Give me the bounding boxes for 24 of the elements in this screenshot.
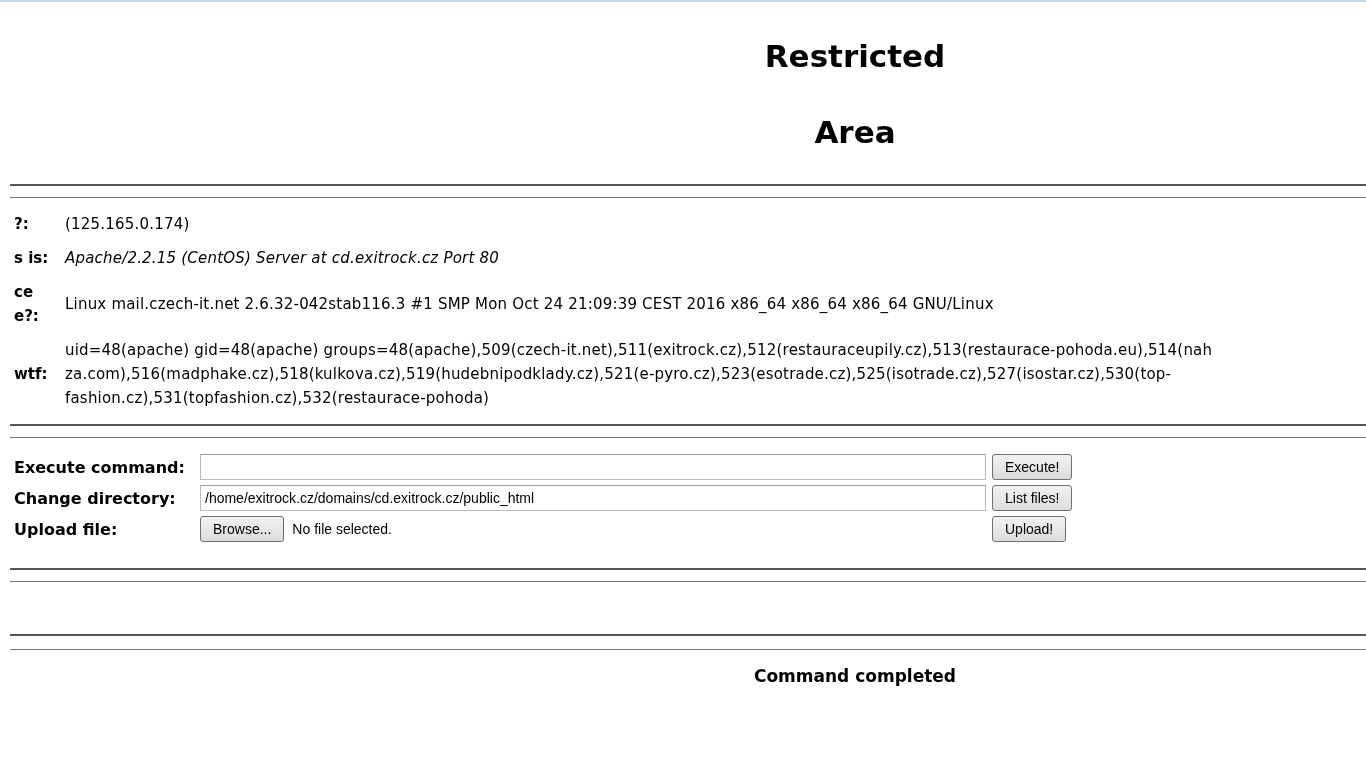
info-label: e?: [14, 306, 40, 327]
page-title: Restricted [764, 37, 946, 76]
info-value: uid=48(apache) gid=48(apache) groups=48(apache),509(czech-it.net),511(exitrock.cz),512(restauraceupily.cz),513(restaurace-pohoda.eu),514(nah [65, 340, 1213, 361]
status-message: Command completed [753, 666, 957, 686]
info-value: Linux mail.czech-it.net 2.6.32-042stab116.3 #1 SMP Mon Oct 24 21:09:39 CEST 2016 x86_64 x86_64 x86_64 GNU/Linux [65, 294, 994, 315]
info-label: ?: [14, 214, 30, 235]
submit-button[interactable]: Execute! [992, 454, 1073, 480]
info-value: fashion.cz),531(topfashion.cz),532(restaurace-pohoda) [65, 388, 491, 409]
form-label: Execute command: [14, 457, 186, 477]
page-title: Area [814, 113, 896, 152]
info-value: za.com),516(madphake.cz),518(kulkova.cz),519(hudebnipodklady.cz),521(e-pyro.cz),523(esotrade.cz),525(isotrade.cz),527(isostar.cz),530(top- [65, 364, 1173, 385]
file-status: No file selected. [292, 521, 392, 537]
info-label: ce [14, 282, 35, 303]
info-value: (125.165.0.174) [65, 214, 190, 235]
info-label: s is: [14, 248, 50, 269]
upload-button[interactable]: Upload! [992, 516, 1067, 542]
form-label: Upload file: [14, 519, 119, 539]
form-label: Change directory: [14, 488, 177, 508]
input-field[interactable] [200, 454, 986, 480]
info-label: wtf: [14, 364, 49, 385]
browse-button[interactable]: Browse... [200, 516, 285, 542]
submit-button[interactable]: List files! [992, 485, 1073, 511]
input-field[interactable]: /home/exitrock.cz/domains/cd.exitrock.cz/public_html [200, 485, 986, 511]
info-value: Apache/2.2.15 (CentOS) Server at cd.exitrock.cz Port 80 [65, 248, 499, 269]
